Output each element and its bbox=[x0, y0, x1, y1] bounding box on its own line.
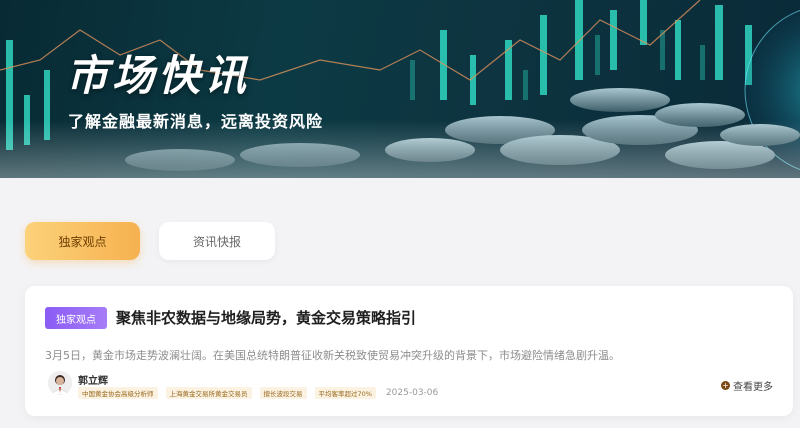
view-more-link[interactable]: + 查看更多 bbox=[721, 378, 773, 393]
article-card[interactable]: 独家观点 聚焦非农数据与地缘局势，黄金交易策略指引 3月5日，黄金市场走势波澜壮… bbox=[25, 286, 793, 416]
tab-exclusive-views[interactable]: 独家观点 bbox=[25, 222, 140, 260]
hero-banner: 市场快讯 了解金融最新消息，远离投资风险 bbox=[0, 0, 800, 178]
banner-title: 市场快讯 bbox=[66, 51, 251, 100]
avatar bbox=[48, 371, 72, 395]
publish-date: 2025-03-06 bbox=[385, 388, 439, 398]
author-badge: 平均客率超过70% bbox=[314, 387, 376, 399]
author-badge: 擅长波段交易 bbox=[259, 387, 307, 399]
article-title[interactable]: 聚焦非农数据与地缘局势，黄金交易策略指引 bbox=[116, 307, 416, 329]
author-name: 郭立辉 bbox=[78, 376, 108, 387]
author-badge: 上海黄金交易所黄金交易员 bbox=[165, 387, 252, 399]
author-portrait-icon bbox=[48, 371, 72, 395]
author-badge: 中国黄金协会高级分析师 bbox=[78, 387, 158, 399]
article-summary: 3月5日，黄金市场走势波澜壮阔。在美国总统特朗普征收新关税致使贸易冲突升级的背景… bbox=[45, 349, 620, 362]
view-more-label: 查看更多 bbox=[733, 382, 773, 393]
tab-news-flash[interactable]: 资讯快报 bbox=[159, 222, 275, 260]
banner-subtitle: 了解金融最新消息，远离投资风险 bbox=[68, 112, 324, 131]
plus-circle-icon: + bbox=[721, 381, 730, 390]
category-tag: 独家观点 bbox=[45, 307, 107, 329]
author-badges: 中国黄金协会高级分析师 上海黄金交易所黄金交易员 擅长波段交易 平均客率超过70… bbox=[78, 387, 438, 399]
